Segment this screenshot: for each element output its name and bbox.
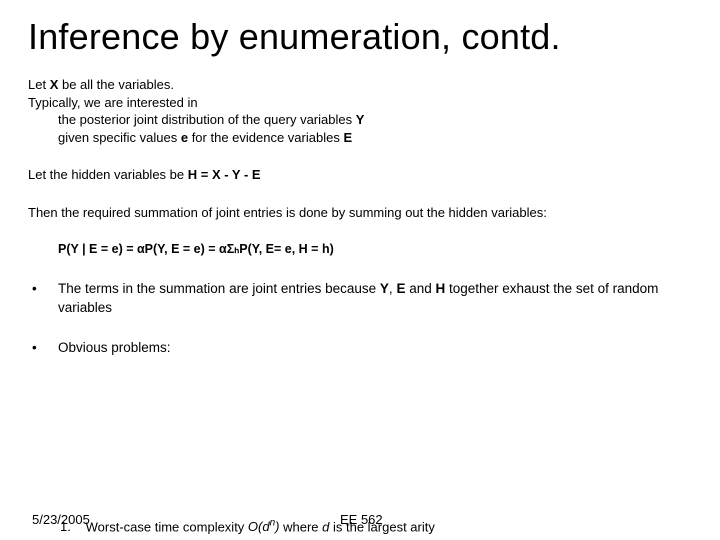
intro-block: Let X be all the variables. Typically, w… [28,76,692,146]
indent-line: the posterior joint distribution of the … [28,112,364,127]
text: for the evidence variables [188,130,343,145]
text: is the largest arity [329,519,435,534]
equation: P(Y | E = e) = αP(Y, E = e) = αΣₕP(Y, E=… [28,241,692,256]
hidden-block: Let the hidden variables be H = X - Y - … [28,166,692,184]
var-e-upper: E [343,130,352,145]
text: Let [28,77,50,92]
big-o: O(dn) [248,519,280,534]
numbered-item: 1. Worst-case time complexity O(dn) wher… [60,518,435,534]
text: Worst-case time complexity [86,519,248,534]
text: Typically, we are interested in [28,95,198,110]
list-item: Obvious problems: [28,339,692,357]
var-y: Y [356,112,365,127]
var-e-lower: e [181,130,188,145]
text: given specific values [58,130,181,145]
text: be all the variables. [58,77,174,92]
text: where [280,519,323,534]
indent-line: given specific values e for the evidence… [28,130,352,145]
text: Let the hidden variables be [28,167,188,182]
var-h: H [435,281,445,296]
text: O(d [248,519,270,534]
sum-block: Then the required summation of joint ent… [28,204,692,222]
item-number: 1. [60,519,82,534]
bullet-list: The terms in the summation are joint ent… [28,280,692,357]
text: the posterior joint distribution of the … [58,112,356,127]
text: and [405,281,435,296]
text: Obvious problems: [58,340,171,355]
list-item: The terms in the summation are joint ent… [28,280,692,316]
text: The terms in the summation are joint ent… [58,281,380,296]
slide: Inference by enumeration, contd. Let X b… [0,0,720,357]
hidden-eq: H = X - Y - E [188,167,261,182]
var-y: Y [380,281,389,296]
slide-title: Inference by enumeration, contd. [28,16,692,58]
